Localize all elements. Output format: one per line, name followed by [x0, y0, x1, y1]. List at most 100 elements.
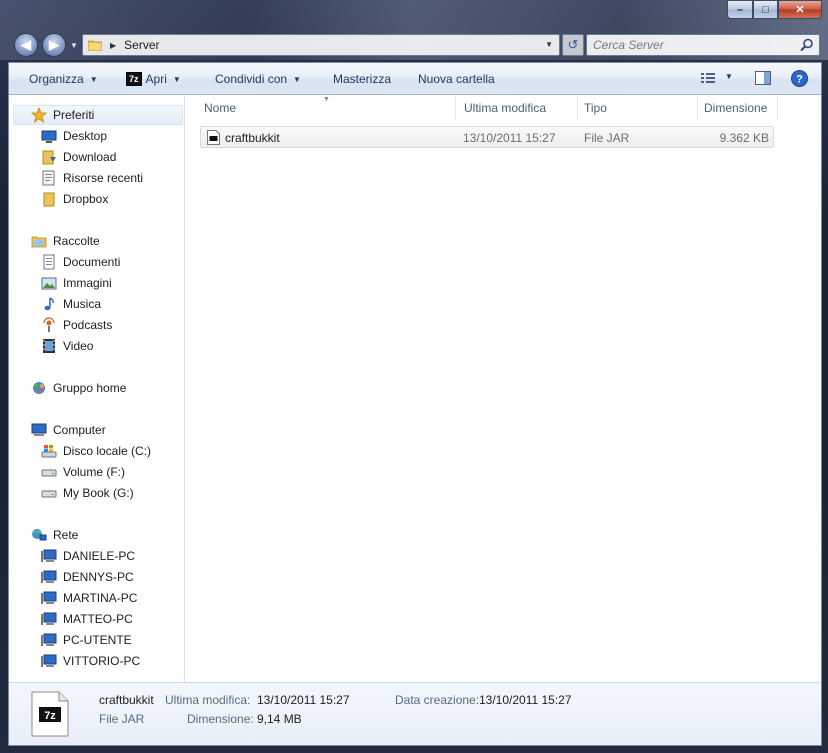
command-bar: Organizza ▼ 7z Apri ▼ Condividi con ▼ Maste…	[9, 63, 821, 95]
nav-podcasts[interactable]: Podcasts	[41, 315, 112, 335]
view-dropdown[interactable]: ▼	[725, 72, 733, 81]
breadcrumb-server[interactable]: Server	[124, 38, 159, 52]
nav-homegroup[interactable]: Gruppo home	[31, 378, 126, 398]
breadcrumb-separator[interactable]: ▶	[110, 41, 116, 50]
back-button[interactable]: ◀	[14, 33, 38, 57]
network-computer-icon	[41, 612, 57, 625]
nav-network-pc[interactable]: MATTEO-PC	[41, 609, 133, 629]
maximize-button[interactable]: □	[753, 0, 778, 19]
navigation-bar: ◀ ▶ ▼ ▶ Server ▼ ↺	[12, 32, 822, 58]
nav-desktop-label: Desktop	[63, 129, 108, 143]
icon-badge: 7z	[44, 710, 56, 722]
open-label: Apri	[145, 72, 167, 86]
desktop-icon	[41, 130, 57, 143]
burn-button[interactable]: Masterizza	[333, 72, 391, 86]
column-type-label: Tipo	[584, 101, 607, 115]
nav-homegroup-label: Gruppo home	[53, 381, 127, 395]
nav-pictures-label: Immagini	[63, 276, 112, 290]
windows-drive-icon	[41, 445, 57, 458]
new-folder-button[interactable]: Nuova cartella	[418, 72, 495, 86]
7zip-icon: 7z	[126, 72, 142, 86]
nav-music-label: Musica	[63, 297, 102, 311]
nav-network-pc[interactable]: MARTINA-PC	[41, 588, 137, 608]
nav-network-pc-label: DENNYS-PC	[63, 570, 134, 584]
column-size-label: Dimensione	[704, 101, 768, 115]
nav-download[interactable]: Download	[41, 147, 116, 167]
nav-download-label: Download	[63, 150, 117, 164]
column-modified[interactable]: Ultima modifica	[458, 96, 578, 120]
video-icon	[43, 339, 55, 353]
new-folder-label: Nuova cartella	[418, 72, 495, 86]
minimize-button[interactable]: –	[727, 0, 753, 19]
nav-drive-g[interactable]: My Book (G:)	[41, 483, 134, 503]
file-name: craftbukkit	[225, 131, 280, 145]
details-size-value: 9,14 MB	[257, 712, 302, 726]
recent-places-icon	[42, 170, 55, 186]
details-created-label: Data creazione:	[395, 693, 480, 707]
navigation-pane: Preferiti Desktop Download Risorse recen…	[9, 96, 185, 682]
music-icon	[44, 297, 54, 311]
column-name[interactable]: Nome	[198, 96, 456, 120]
nav-libraries[interactable]: Raccolte	[31, 231, 100, 251]
refresh-button[interactable]: ↺	[562, 34, 584, 56]
file-modified: 13/10/2011 15:27	[463, 131, 556, 145]
star-icon	[31, 107, 47, 123]
network-icon	[32, 529, 47, 541]
nav-favorites[interactable]: Preferiti	[13, 105, 183, 125]
file-type: File JAR	[584, 131, 630, 145]
search-icon[interactable]	[800, 38, 814, 52]
view-options-icon[interactable]	[700, 71, 716, 85]
share-label: Condividi con	[215, 72, 288, 86]
explorer-client: Organizza ▼ 7z Apri ▼ Condividi con ▼ Maste…	[8, 62, 822, 746]
burn-label: Masterizza	[333, 72, 392, 86]
details-modified-label: Ultima modifica:	[165, 693, 251, 707]
network-computer-icon	[41, 654, 57, 667]
address-bar[interactable]: ▶ Server ▼	[82, 34, 560, 56]
nav-drive-f[interactable]: Volume (F:)	[41, 462, 125, 482]
preview-pane-icon[interactable]	[755, 71, 771, 86]
drive-icon	[41, 490, 57, 498]
nav-network-pc-label: PC-UTENTE	[63, 633, 132, 647]
share-button[interactable]: Condividi con ▼	[215, 72, 301, 86]
nav-network[interactable]: Rete	[31, 525, 78, 545]
nav-videos[interactable]: Video	[41, 336, 93, 356]
nav-favorites-label: Preferiti	[53, 108, 95, 122]
nav-documents[interactable]: Documenti	[41, 252, 120, 272]
details-pane: 7z craftbukkit Ultima modifica: 13/10/20…	[9, 682, 821, 745]
nav-dropbox[interactable]: Dropbox	[41, 189, 108, 209]
nav-network-pc[interactable]: DANIELE-PC	[41, 546, 135, 566]
nav-music[interactable]: Musica	[41, 294, 101, 314]
nav-network-pc-label: MARTINA-PC	[63, 591, 138, 605]
nav-pictures[interactable]: Immagini	[41, 273, 112, 293]
nav-network-pc[interactable]: PC-UTENTE	[41, 630, 132, 650]
file-row[interactable]: craftbukkit 13/10/2011 15:27 File JAR 9.…	[200, 126, 774, 148]
recent-pages-dropdown[interactable]: ▼	[70, 41, 78, 50]
close-button[interactable]: ✕	[778, 0, 822, 19]
nav-drive-c-label: Disco locale (C:)	[63, 444, 152, 458]
nav-libraries-label: Raccolte	[53, 234, 100, 248]
open-button[interactable]: 7z Apri ▼	[126, 72, 181, 86]
7zip-file-icon	[207, 130, 220, 145]
details-modified-value: 13/10/2011 15:27	[257, 693, 350, 707]
nav-computer[interactable]: Computer	[31, 420, 106, 440]
forward-button[interactable]: ▶	[42, 33, 66, 57]
file-list: ▼ Nome Ultima modifica Tipo Dimensione c…	[186, 96, 821, 682]
column-size[interactable]: Dimensione	[698, 96, 778, 120]
nav-network-pc[interactable]: VITTORIO-PC	[41, 651, 140, 671]
nav-desktop[interactable]: Desktop	[41, 126, 107, 146]
address-dropdown[interactable]: ▼	[545, 40, 553, 49]
network-computer-icon	[41, 633, 57, 646]
nav-network-pc[interactable]: DENNYS-PC	[41, 567, 134, 587]
details-type: File JAR	[99, 712, 145, 726]
help-icon[interactable]: ?	[791, 70, 808, 87]
window-frame: – □ ✕ ◀ ▶ ▼ ▶ Server ▼ ↺ Org	[0, 0, 828, 753]
network-computer-icon	[41, 570, 57, 583]
details-size-label: Dimensione:	[187, 712, 254, 726]
nav-recent[interactable]: Risorse recenti	[41, 168, 143, 188]
nav-drive-c[interactable]: Disco locale (C:)	[41, 441, 151, 461]
column-type[interactable]: Tipo	[578, 96, 698, 120]
nav-videos-label: Video	[63, 339, 94, 353]
search-input[interactable]	[587, 35, 787, 55]
nav-network-pc-label: VITTORIO-PC	[63, 654, 141, 668]
organize-button[interactable]: Organizza ▼	[29, 72, 98, 86]
